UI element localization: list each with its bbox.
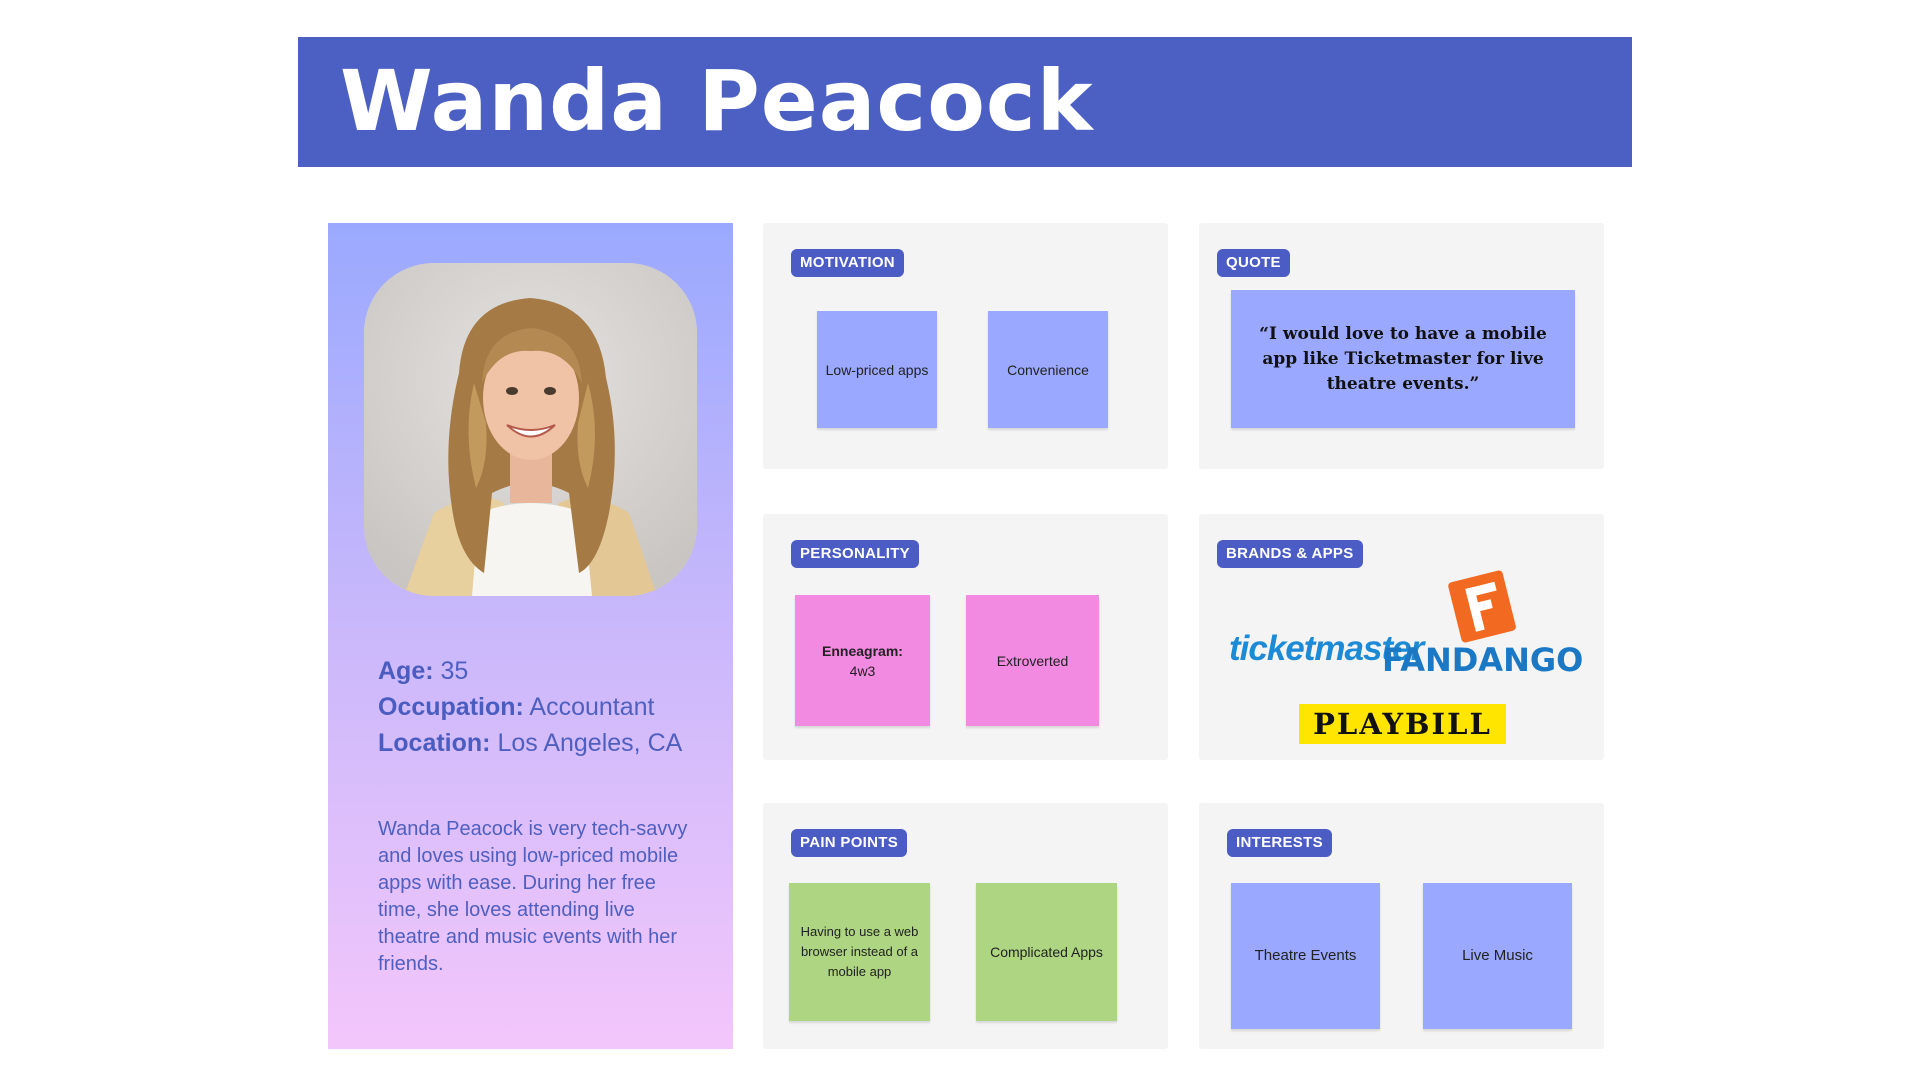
occupation-row: Occupation: Accountant	[378, 689, 718, 725]
fandango-ticket-icon	[1448, 570, 1516, 643]
quote-note: “I would love to have a mobile app like …	[1231, 290, 1575, 428]
pain-point-note-web-browser: Having to use a web browser instead of a…	[789, 883, 930, 1021]
personality-note-enneagram: Enneagram: 4w3	[795, 595, 930, 726]
profile-bio: Wanda Peacock is very tech-savvy and lov…	[378, 818, 688, 975]
interests-card: INTERESTS Theatre Events Live Music	[1199, 803, 1604, 1049]
quote-text: “I would love to have a mobile app like …	[1259, 323, 1547, 394]
age-row: Age: 35	[378, 653, 718, 689]
quote-card: QUOTE “I would love to have a mobile app…	[1199, 223, 1604, 469]
motivation-tag: MOTIVATION	[791, 249, 904, 277]
interest-note-theatre-events: Theatre Events	[1231, 883, 1380, 1029]
interests-tag: INTERESTS	[1227, 829, 1332, 857]
quote-tag: QUOTE	[1217, 249, 1290, 277]
pain-point-note-complicated-apps: Complicated Apps	[976, 883, 1117, 1021]
portrait-illustration	[364, 263, 697, 596]
profile-panel: Age: 35 Occupation: Accountant Location:…	[328, 223, 733, 1049]
motivation-note-low-priced-apps: Low-priced apps	[817, 311, 937, 428]
age-value: 35	[440, 657, 469, 685]
playbill-logo: PLAYBILL	[1299, 704, 1506, 744]
profile-photo	[364, 263, 697, 596]
age-label: Age:	[378, 657, 434, 685]
location-value: Los Angeles, CA	[497, 729, 683, 757]
personality-card: PERSONALITY Enneagram: 4w3 Extroverted	[763, 514, 1168, 760]
personality-tag: PERSONALITY	[791, 540, 919, 568]
location-row: Location: Los Angeles, CA	[378, 725, 718, 761]
location-label: Location:	[378, 729, 491, 757]
profile-details: Age: 35 Occupation: Accountant Location:…	[378, 653, 718, 761]
occupation-value: Accountant	[529, 693, 655, 721]
brands-card: BRANDS & APPS ticketmaster FANDANGO PLAY…	[1199, 514, 1604, 760]
enneagram-value: 4w3	[849, 662, 876, 679]
motivation-card: MOTIVATION Low-priced apps Convenience	[763, 223, 1168, 469]
enneagram-label: Enneagram:	[822, 642, 903, 659]
fandango-logo: FANDANGO	[1382, 641, 1584, 679]
brands-tag: BRANDS & APPS	[1217, 540, 1363, 568]
page-title: Wanda Peacock	[340, 52, 1094, 150]
header-banner: Wanda Peacock	[298, 37, 1632, 167]
occupation-label: Occupation:	[378, 693, 524, 721]
pain-points-tag: PAIN POINTS	[791, 829, 908, 857]
interest-note-live-music: Live Music	[1423, 883, 1572, 1029]
motivation-note-convenience: Convenience	[988, 311, 1108, 428]
pain-points-card: PAIN POINTS Having to use a web browser …	[763, 803, 1168, 1049]
personality-note-extroverted: Extroverted	[966, 595, 1099, 726]
